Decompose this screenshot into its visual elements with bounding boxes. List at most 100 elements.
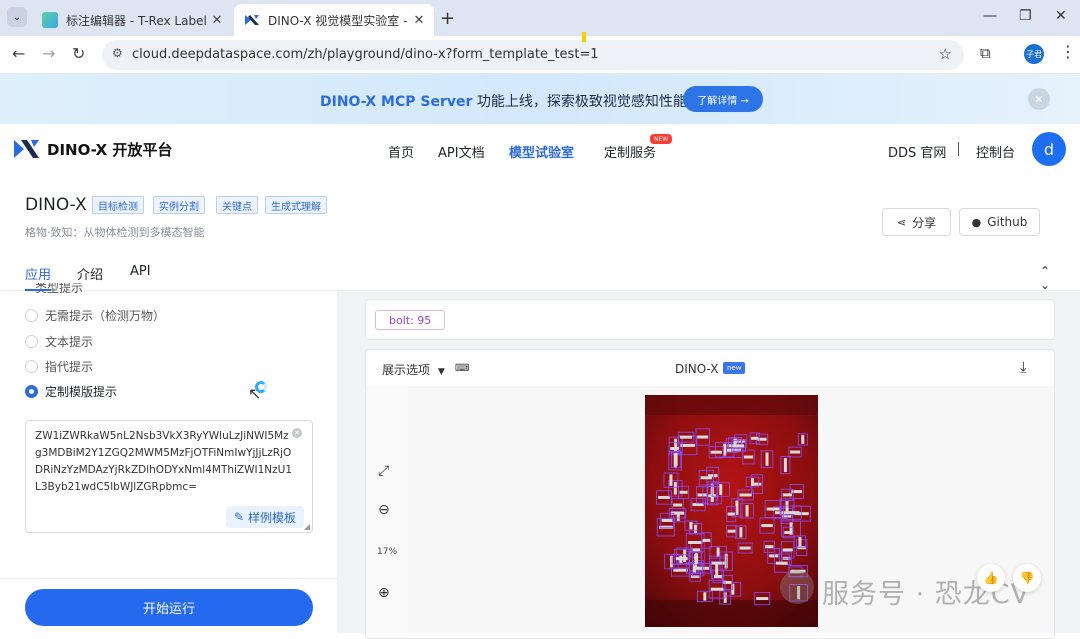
loading-spinner-icon [255,381,267,393]
bolt-object [689,521,693,530]
image-top-edge [645,395,818,415]
bolt-object [659,525,673,529]
bolt-object [752,482,762,486]
address-bar[interactable]: ⚙ cloud.deepdataspace.com/zh/playground/… [102,40,964,70]
bolt-object [715,563,719,577]
console-link[interactable]: 控制台 [976,142,1015,161]
fit-to-screen-icon[interactable]: ⤢ [378,463,389,479]
bookmark-star-icon[interactable]: ☆ [939,45,952,63]
reload-icon[interactable]: ↻ [72,44,85,63]
close-tab-icon[interactable]: ✕ [410,13,428,28]
bolt-object [675,557,688,561]
minimize-window-icon[interactable]: — [983,8,997,24]
radio-no-prompt[interactable]: 无需提示（检测万物） [25,307,165,324]
text-cursor-marker [582,32,586,42]
browser-tab-dino-x[interactable]: DINO-X 视觉模型实验室 - DINO ✕ [234,4,434,36]
profile-avatar[interactable]: 子君 [1024,44,1044,64]
tab-introduction[interactable]: 介绍 [77,264,103,283]
nav-custom-service[interactable]: 定制服务 [604,142,656,161]
radio-label: 指代提示 [45,360,94,374]
bolt-object [745,505,749,517]
tab-application[interactable]: 应用 [25,264,51,283]
bolt-object [757,437,767,441]
site-info-icon[interactable]: ⚙ [112,46,123,60]
bolt-object [768,554,779,558]
sample-template-button[interactable]: ✎ 样例模板 [226,506,304,528]
bolt-object [733,444,745,448]
bolt-object [782,548,793,552]
trex-favicon-icon [42,12,58,28]
keyboard-shortcut-icon[interactable]: ⌨ [455,363,469,374]
back-icon[interactable]: ← [12,44,25,63]
radio-referring-prompt[interactable]: 指代提示 [25,358,93,375]
tag-object-detection: 目标检测 [92,196,144,214]
tab-search-dropdown-icon[interactable]: ⌄ [7,7,27,27]
extensions-icon[interactable]: ⧉ [980,44,991,62]
github-icon: ● [971,215,982,229]
dino-x-favicon-icon [244,12,260,28]
browser-tab-trex-label[interactable]: 标注编辑器 - T-Rex Label ✕ [32,4,232,36]
dislike-icon[interactable]: 👎 [1013,564,1041,592]
resize-handle-icon[interactable]: ◢ [304,522,310,531]
bolt-object [739,493,752,497]
nav-api-docs[interactable]: API文档 [438,142,485,161]
bolt-object [798,537,802,547]
bolt-object [683,549,687,563]
bolt-object [694,524,698,534]
nav-model-lab[interactable]: 模型试验室 [509,142,574,161]
browser-menu-icon[interactable]: ⋮ [1060,42,1076,61]
left-footer-divider [0,578,337,579]
clear-input-icon[interactable]: ✕ [292,428,302,438]
share-icon: ⋖ [896,215,907,229]
bolt-object [743,455,754,459]
template-value[interactable]: ZW1iZWRkaW5nL2Nsb3VkX3RyYWluLzJiNWI5Mzg3… [35,428,293,496]
zoom-in-icon[interactable]: ⊕ [378,585,390,601]
display-options-label: 展示选项 [382,363,431,377]
banner-learn-more-button[interactable]: 了解详情 → [683,86,763,112]
bolt-object [766,507,780,511]
collapse-icon[interactable]: ⌃ ⌄ [1040,264,1050,292]
bolt-object [702,538,711,542]
radio-label: 无需提示（检测万物） [45,309,166,323]
bolt-object [785,511,800,515]
bolt-object [761,524,773,528]
site-logo[interactable]: DINO-X 开放平台 [14,138,172,160]
close-tab-icon[interactable]: ✕ [208,13,226,28]
template-textarea[interactable]: ZW1iZWRkaW5nL2Nsb3VkX3RyYWluLzJiNWI5Mzg3… [25,420,313,533]
bolt-object [784,530,793,534]
radio-custom-template-prompt[interactable]: 定制模版提示 [25,383,117,400]
download-icon[interactable]: ⤓ [1020,358,1027,376]
banner-close-icon[interactable]: ✕ [1028,88,1050,110]
new-tab-icon[interactable]: + [440,8,455,29]
tag-keypoints: 关键点 [216,196,258,214]
bolt-object [697,493,707,497]
zoom-out-icon[interactable]: ⊖ [378,502,390,518]
url-text[interactable]: cloud.deepdataspace.com/zh/playground/di… [132,47,599,62]
bolt-object [727,512,735,516]
run-button[interactable]: 开始运行 [25,589,313,626]
brand-name: DINO-X 开放平台 [47,140,173,159]
github-button[interactable]: ● Github [959,208,1040,236]
radio-label: 定制模版提示 [45,385,118,399]
tab-api[interactable]: API [130,264,151,279]
user-avatar[interactable]: d [1032,132,1066,166]
bolt-object [697,435,709,439]
tab-title: DINO-X 视觉模型实验室 - DINO [268,13,410,28]
forward-icon[interactable]: → [42,44,55,63]
bolt-object [703,592,707,601]
tag-generative-understanding: 生成式理解 [265,196,327,214]
sample-template-label: 样例模板 [248,510,297,525]
share-button[interactable]: ⋖ 分享 [882,208,951,236]
dds-official-link[interactable]: DDS 官网 [888,142,946,161]
label-chip[interactable]: bolt: 95 [375,310,446,330]
restore-window-icon[interactable]: ❐ [1019,8,1032,24]
radio-circle [25,335,38,348]
like-icon[interactable]: 👍 [977,564,1005,592]
close-window-icon[interactable]: ✕ [1055,8,1067,24]
bolt-object [750,436,759,440]
radio-text-prompt[interactable]: 文本提示 [25,333,93,350]
image-bottom-edge [645,600,818,627]
display-options-dropdown[interactable]: 展示选项 ▼ [382,361,445,378]
nav-home[interactable]: 首页 [388,142,414,161]
bolt-object [695,553,699,564]
